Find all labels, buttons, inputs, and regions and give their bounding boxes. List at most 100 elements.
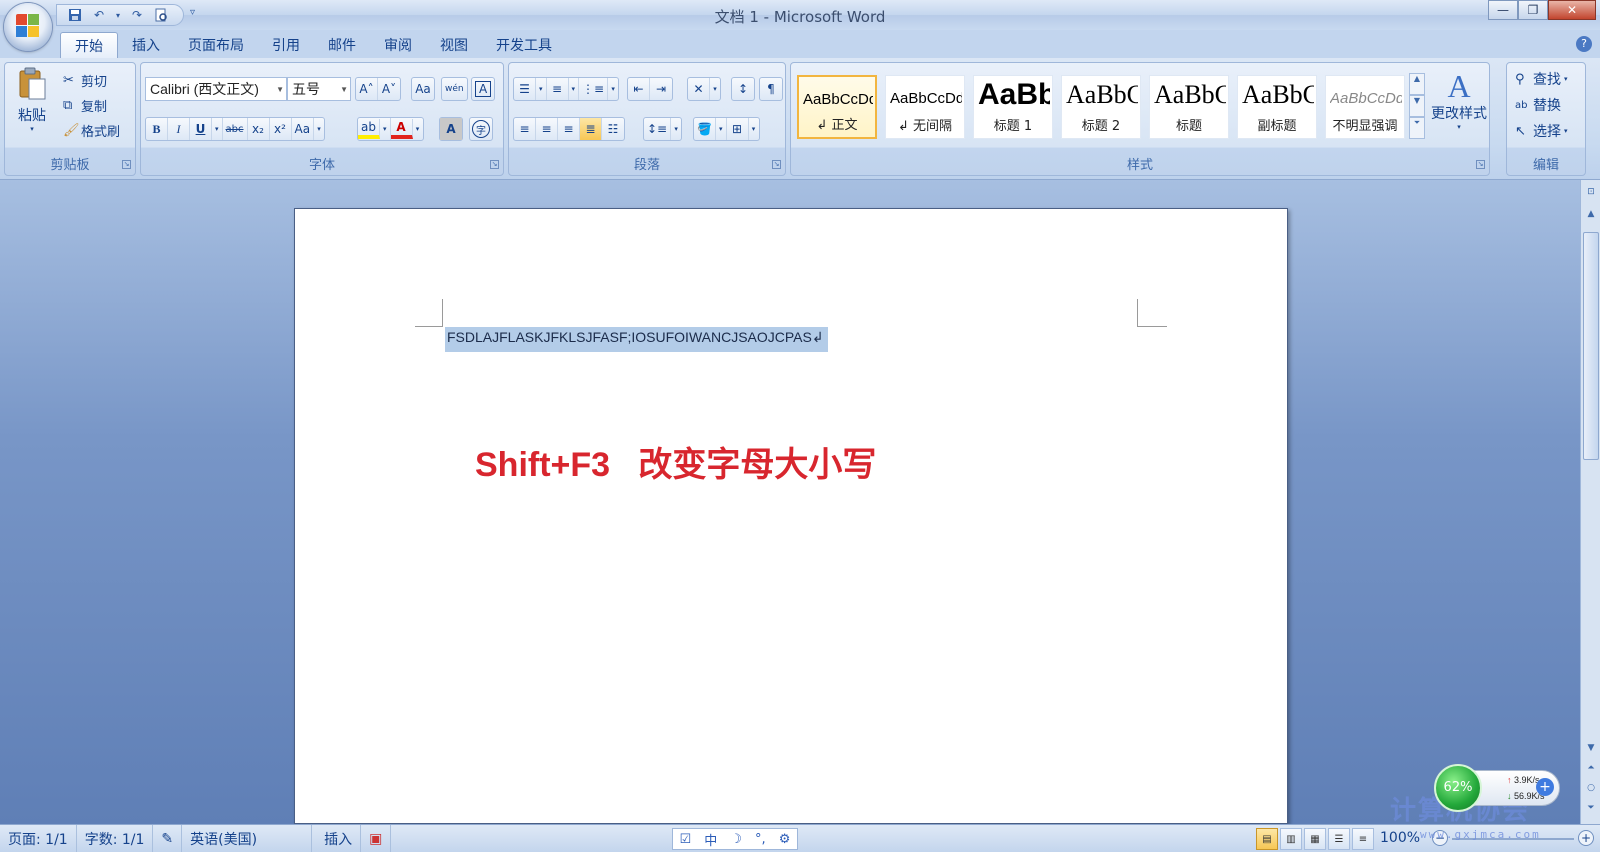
multilevel-list-icon[interactable]: ⋮≡ bbox=[579, 78, 609, 100]
office-button[interactable] bbox=[4, 3, 52, 51]
word-count[interactable]: 字数: 1/1 bbox=[77, 824, 154, 852]
align-right-icon[interactable]: ≡ bbox=[558, 118, 580, 140]
scroll-up-icon[interactable]: ▲ bbox=[1583, 206, 1599, 222]
increase-indent-icon[interactable]: ⇥ bbox=[650, 78, 672, 100]
underline-icon[interactable]: U bbox=[190, 118, 212, 140]
minimize-button[interactable]: — bbox=[1488, 0, 1518, 20]
memory-usage-ball[interactable]: 62% bbox=[1434, 764, 1482, 812]
tab-review[interactable]: 审阅 bbox=[370, 32, 426, 58]
font-launcher-icon[interactable]: ↘ bbox=[490, 160, 499, 169]
numbering-icon[interactable]: ≡ bbox=[547, 78, 569, 100]
highlight-icon[interactable]: ab bbox=[358, 119, 380, 139]
borders-icon[interactable]: ⊞ bbox=[727, 118, 749, 140]
scroll-down-icon[interactable]: ▼ bbox=[1583, 740, 1599, 756]
style-normal[interactable]: AaBbCcDd ↲ 正文 bbox=[797, 75, 877, 139]
style-subtitle[interactable]: AaBbC 副标题 bbox=[1237, 75, 1317, 139]
bullets-icon[interactable]: ☰ bbox=[514, 78, 536, 100]
font-color-icon[interactable]: A bbox=[390, 119, 413, 139]
chevron-down-icon[interactable]: ▾ bbox=[671, 118, 681, 140]
proofing-icon[interactable]: ✎ bbox=[153, 824, 183, 852]
align-left-icon[interactable]: ≡ bbox=[514, 118, 536, 140]
chinese-layout-icon[interactable]: ✕ bbox=[688, 78, 710, 100]
change-case-icon[interactable]: Aa bbox=[292, 118, 315, 140]
web-layout-icon[interactable]: ▦ bbox=[1304, 828, 1326, 850]
cut-button[interactable]: ✂ 剪切 bbox=[63, 71, 107, 90]
tab-view[interactable]: 视图 bbox=[426, 32, 482, 58]
paragraph-launcher-icon[interactable]: ↘ bbox=[772, 160, 781, 169]
language-indicator[interactable]: 英语(美国) bbox=[182, 824, 313, 852]
chevron-down-icon[interactable]: ▾ bbox=[608, 78, 618, 100]
strikethrough-icon[interactable]: abc bbox=[223, 118, 248, 140]
format-painter-button[interactable]: 🖌 格式刷 bbox=[63, 121, 120, 140]
copy-button[interactable]: ⧉ 复制 bbox=[63, 96, 107, 115]
chevron-down-icon[interactable]: ▾ bbox=[536, 78, 547, 100]
insert-mode[interactable]: 插入 bbox=[312, 824, 362, 852]
ruler-toggle-icon[interactable]: ⊡ bbox=[1583, 184, 1599, 200]
tab-developer[interactable]: 开发工具 bbox=[482, 32, 566, 58]
clear-formatting-icon[interactable]: Aa bbox=[412, 78, 434, 100]
chevron-down-icon[interactable]: ▾ bbox=[710, 78, 720, 100]
align-center-icon[interactable]: ≡ bbox=[536, 118, 558, 140]
grow-font-icon[interactable]: A˄ bbox=[356, 78, 378, 100]
print-layout-view-icon[interactable]: ▤ bbox=[1256, 828, 1278, 850]
chevron-down-icon[interactable]: ▾ bbox=[212, 118, 223, 140]
close-button[interactable]: ✕ bbox=[1548, 0, 1596, 20]
select-button[interactable]: ↖ 选择 ▾ bbox=[1515, 121, 1568, 141]
character-shading-icon[interactable]: A bbox=[440, 118, 462, 140]
network-monitor-widget[interactable]: ↑ 3.9K/s ↓ 56.9K/s 62% + bbox=[1434, 760, 1560, 816]
style-subtle-emphasis[interactable]: AaBbCcDd 不明显强调 bbox=[1325, 75, 1405, 139]
chevron-down-icon[interactable]: ▾ bbox=[413, 118, 423, 140]
superscript-icon[interactable]: x² bbox=[270, 118, 292, 140]
punctuation-icon[interactable]: °, bbox=[755, 832, 766, 847]
help-icon[interactable]: ? bbox=[1576, 36, 1592, 52]
replace-button[interactable]: ab 替换 bbox=[1515, 95, 1561, 115]
restore-button[interactable]: ❐ bbox=[1518, 0, 1548, 20]
scroll-thumb[interactable] bbox=[1583, 232, 1599, 460]
style-title[interactable]: AaBbC 标题 bbox=[1149, 75, 1229, 139]
ime-mode-chinese[interactable]: 中 bbox=[704, 830, 717, 849]
sort-icon[interactable]: ↕ bbox=[732, 78, 754, 100]
phonetic-guide-icon[interactable]: wén bbox=[442, 78, 467, 100]
bold-icon[interactable]: B bbox=[146, 118, 168, 140]
zoom-level[interactable]: 100% bbox=[1380, 830, 1420, 846]
decrease-indent-icon[interactable]: ⇤ bbox=[628, 78, 650, 100]
styles-launcher-icon[interactable]: ↘ bbox=[1476, 160, 1485, 169]
paste-button[interactable]: 粘贴 ▾ bbox=[11, 67, 53, 147]
italic-icon[interactable]: I bbox=[168, 118, 190, 140]
browse-object-icon[interactable]: ○ bbox=[1583, 780, 1599, 796]
font-size-combo[interactable]: 五号 ▼ bbox=[287, 77, 351, 101]
document-page[interactable]: FSDLAJFLASKJFKLSJFASF;IOSUFOIWANCJSAOJCP… bbox=[294, 208, 1288, 824]
prev-page-icon[interactable]: ⏶ bbox=[1583, 760, 1599, 776]
chevron-down-icon[interactable]: ▾ bbox=[716, 118, 727, 140]
half-width-icon[interactable]: ☽ bbox=[730, 832, 742, 847]
distributed-icon[interactable]: ☷ bbox=[602, 118, 624, 140]
find-button[interactable]: ⚲ 查找 ▾ bbox=[1515, 69, 1568, 89]
pilcrow-icon[interactable]: ¶ bbox=[760, 78, 782, 100]
clipboard-launcher-icon[interactable]: ↘ bbox=[122, 160, 131, 169]
justify-icon[interactable]: ≣ bbox=[580, 118, 602, 140]
selected-text-line[interactable]: FSDLAJFLASKJFKLSJFASF;IOSUFOIWANCJSAOJCP… bbox=[445, 327, 828, 352]
tab-home[interactable]: 开始 bbox=[60, 32, 118, 58]
tab-page-layout[interactable]: 页面布局 bbox=[174, 32, 258, 58]
line-spacing-icon[interactable]: ↕≡ bbox=[644, 118, 672, 140]
subscript-icon[interactable]: x₂ bbox=[248, 118, 270, 140]
scroll-up-icon[interactable]: ▲ bbox=[1409, 73, 1425, 95]
gallery-more-icon[interactable]: ⏷ bbox=[1409, 117, 1425, 139]
tab-references[interactable]: 引用 bbox=[258, 32, 314, 58]
chevron-down-icon[interactable]: ▾ bbox=[314, 118, 324, 140]
accelerate-icon[interactable]: + bbox=[1536, 778, 1554, 796]
tab-insert[interactable]: 插入 bbox=[118, 32, 174, 58]
chevron-down-icon[interactable]: ▾ bbox=[380, 118, 391, 140]
macro-record-icon[interactable]: ▣ bbox=[361, 824, 392, 852]
style-no-spacing[interactable]: AaBbCcDd ↲ 无间隔 bbox=[885, 75, 965, 139]
page-count[interactable]: 页面: 1/1 bbox=[0, 824, 77, 852]
next-page-icon[interactable]: ⏷ bbox=[1583, 800, 1599, 816]
shrink-font-icon[interactable]: A˅ bbox=[378, 78, 400, 100]
font-name-combo[interactable]: Calibri (西文正文) ▼ bbox=[145, 77, 287, 101]
chevron-down-icon[interactable]: ▾ bbox=[749, 118, 759, 140]
ime-logo-icon[interactable]: ☑ bbox=[680, 832, 692, 847]
change-styles-button[interactable]: A 更改样式 ▾ bbox=[1429, 69, 1489, 131]
tab-mailings[interactable]: 邮件 bbox=[314, 32, 370, 58]
outline-view-icon[interactable]: ☰ bbox=[1328, 828, 1350, 850]
vertical-scrollbar[interactable]: ⊡ ▲ ▼ ⏶ ○ ⏷ bbox=[1580, 180, 1600, 824]
